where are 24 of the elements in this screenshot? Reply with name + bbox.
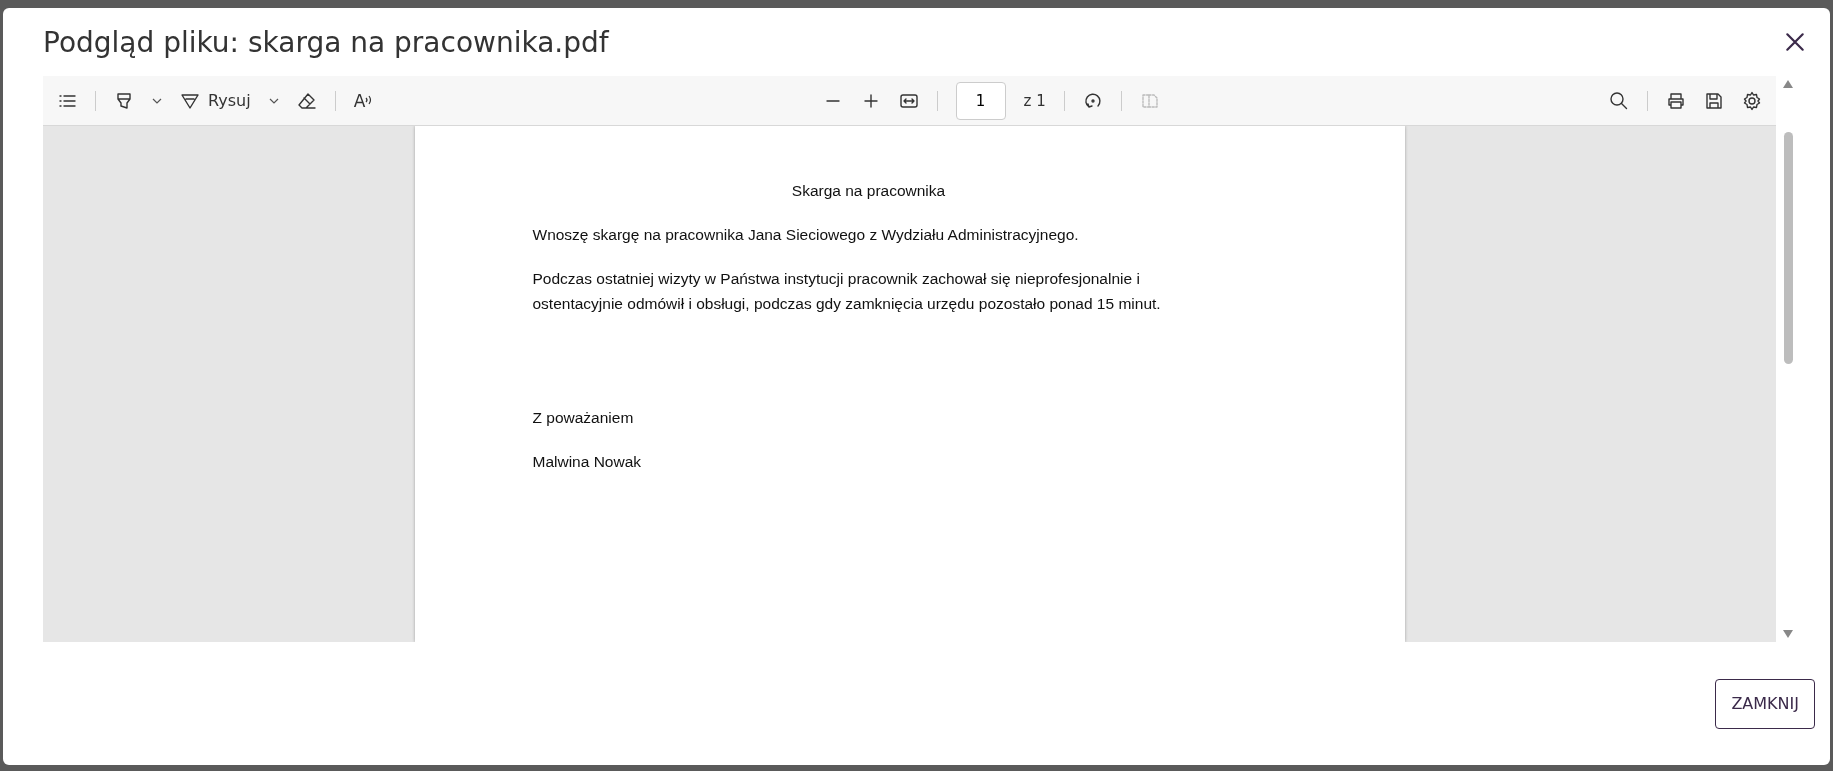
print-icon[interactable] xyxy=(1666,90,1686,111)
document-heading: Skarga na pracownika xyxy=(790,181,947,201)
settings-icon[interactable] xyxy=(1742,90,1762,111)
page-number-field[interactable]: 1 xyxy=(955,81,1006,120)
page-count: z 1 xyxy=(1023,91,1046,110)
scrollbar-thumb[interactable] xyxy=(1783,132,1793,364)
read-aloud-button[interactable]: A xyxy=(353,90,374,111)
rotate-icon[interactable] xyxy=(1082,90,1103,111)
caret-icon[interactable] xyxy=(152,97,162,104)
scroll-down-icon[interactable] xyxy=(1783,630,1793,638)
document-paragraph: Podczas ostatniej wizyty w Państwa instytucji pracownik zachował się nieprofesjonalnie i ostentacyjnie odmówił i obsługi, podczas gdy zamknięcia urzędu pozostało ponad 15 minut. xyxy=(532,269,1162,314)
caret-icon[interactable] xyxy=(268,97,279,104)
sound-waves-icon xyxy=(365,94,374,107)
close-icon[interactable] xyxy=(1784,31,1806,53)
highlighter-icon[interactable] xyxy=(114,90,134,111)
document-paragraph: Malwina Nowak xyxy=(532,452,643,472)
document-paragraph: Z poważaniem xyxy=(532,408,635,428)
close-button[interactable]: ZAMKNIJ xyxy=(1715,678,1815,729)
document-paragraph: Wnoszę skargę na pracownika Jana Sieciowego z Wydziału Administracyjnego. xyxy=(532,225,1080,245)
draw-button[interactable]: Rysuj xyxy=(180,90,251,111)
save-icon[interactable] xyxy=(1704,90,1724,111)
search-icon[interactable] xyxy=(1609,90,1629,111)
scroll-up-icon[interactable] xyxy=(1783,80,1793,88)
dialog-title: Podgląd pliku: skarga na pracownika.pdf xyxy=(43,25,609,59)
